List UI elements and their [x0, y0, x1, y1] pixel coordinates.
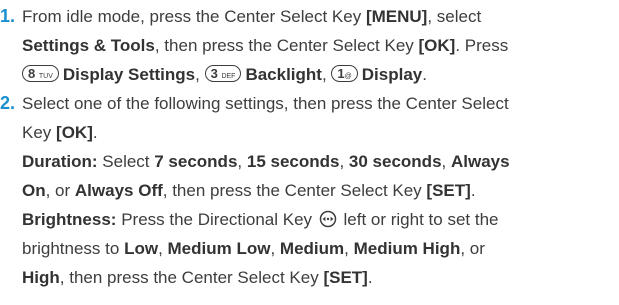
step-number: 1.	[0, 6, 16, 26]
directional-key-icon	[319, 210, 337, 228]
display-label: Display	[361, 65, 423, 84]
step-2: 2. Select one of the following settings,…	[0, 89, 612, 292]
step-1-line-3: 8 TUV Display Settings, 3 DEF Backlight, 1…	[22, 60, 612, 89]
brightness-line-2: brightness to Low, Medium Low, Medium, M…	[22, 239, 485, 258]
ok-key-label: [OK]	[56, 123, 93, 142]
step-2-line-2: Key [OK].	[22, 123, 98, 142]
instructions-page: 1. From idle mode, press the Center Sele…	[0, 0, 619, 305]
set-key-label: [SET]	[426, 181, 471, 200]
duration-line-1: Duration: Select 7 seconds, 15 seconds, …	[22, 152, 510, 171]
set-key-label: [SET]	[323, 268, 368, 287]
step-1: 1. From idle mode, press the Center Sele…	[0, 2, 612, 89]
step-number: 2.	[0, 93, 16, 113]
brightness-line-1: Brightness: Press the Directional Key le…	[22, 210, 499, 229]
option-medium-low: Medium Low	[167, 239, 271, 258]
option-always-on-part1: Always	[450, 152, 510, 171]
ok-key-label: [OK]	[418, 36, 456, 55]
option-medium-high: Medium High	[353, 239, 461, 258]
backlight-label: Backlight	[245, 65, 322, 84]
option-always-on-part2: On	[22, 181, 46, 200]
brightness-label: Brightness:	[22, 210, 117, 229]
key-8-icon: 8 TUV	[22, 65, 59, 82]
option-30-seconds: 30 seconds	[348, 152, 442, 171]
option-15-seconds: 15 seconds	[246, 152, 340, 171]
key-3-icon: 3 DEF	[204, 65, 242, 82]
display-settings-label: Display Settings	[62, 65, 196, 84]
brightness-line-3: High, then press the Center Select Key […	[22, 268, 373, 287]
option-low: Low	[124, 239, 159, 258]
option-high: High	[22, 268, 60, 287]
step-2-line-1: Select one of the following settings, th…	[22, 94, 509, 113]
step-1-line-1: From idle mode, press the Center Select …	[22, 7, 482, 26]
settings-tools-label: Settings & Tools	[22, 36, 155, 55]
option-always-off: Always Off	[74, 181, 163, 200]
menu-key-label: [MENU]	[365, 7, 428, 26]
option-7-seconds: 7 seconds	[154, 152, 238, 171]
key-1-icon: 1@	[331, 65, 358, 82]
duration-line-2: On, or Always Off, then press the Center…	[22, 181, 476, 200]
option-medium: Medium	[279, 239, 345, 258]
duration-label: Duration:	[22, 152, 98, 171]
step-1-line-2: Settings & Tools, then press the Center …	[22, 36, 509, 55]
